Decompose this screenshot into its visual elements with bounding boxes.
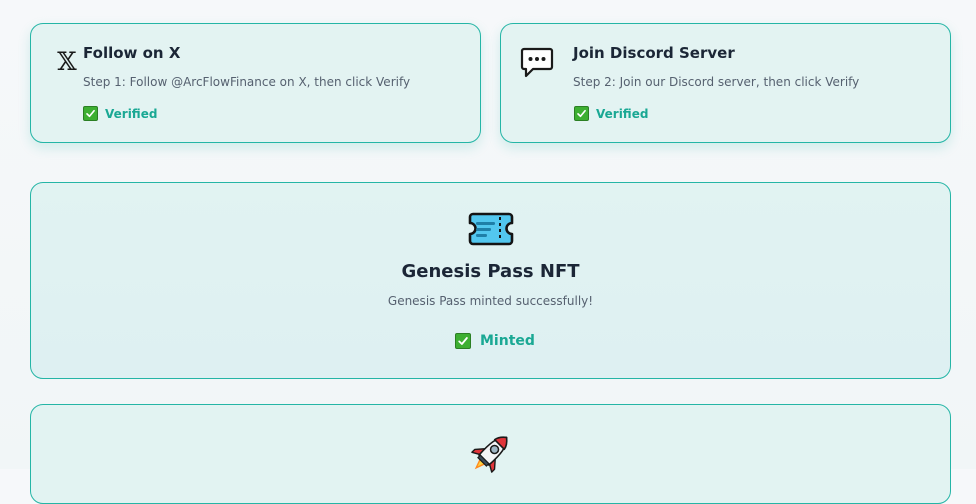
follow-x-title: Follow on X bbox=[83, 44, 181, 62]
follow-x-status-label: Verified bbox=[105, 106, 158, 121]
check-icon bbox=[574, 106, 589, 121]
follow-x-card: 𝕏 Follow on X Step 1: Follow @ArcFlowFin… bbox=[30, 23, 481, 143]
next-step-card bbox=[30, 404, 951, 504]
join-discord-title: Join Discord Server bbox=[573, 44, 735, 62]
follow-x-description: Step 1: Follow @ArcFlowFinance on X, the… bbox=[83, 75, 411, 89]
x-logo-icon: 𝕏 bbox=[57, 47, 77, 76]
genesis-pass-status-label: Minted bbox=[480, 333, 535, 349]
genesis-pass-status: Minted bbox=[455, 333, 535, 349]
rocket-icon bbox=[467, 429, 515, 477]
join-discord-card: Join Discord Server Step 2: Join our Dis… bbox=[500, 23, 951, 143]
check-icon bbox=[455, 333, 471, 349]
join-discord-description: Step 2: Join our Discord server, then cl… bbox=[573, 75, 860, 89]
genesis-pass-card: Genesis Pass NFT Genesis Pass minted suc… bbox=[30, 182, 951, 379]
check-icon bbox=[83, 106, 98, 121]
chat-bubble-icon bbox=[519, 46, 555, 82]
follow-x-status: Verified bbox=[83, 106, 157, 121]
genesis-pass-title: Genesis Pass NFT bbox=[401, 261, 580, 282]
genesis-pass-description: Genesis Pass minted successfully! bbox=[387, 294, 594, 308]
join-discord-status-label: Verified bbox=[596, 106, 649, 121]
join-discord-status: Verified bbox=[574, 106, 648, 121]
ticket-icon bbox=[468, 211, 514, 247]
